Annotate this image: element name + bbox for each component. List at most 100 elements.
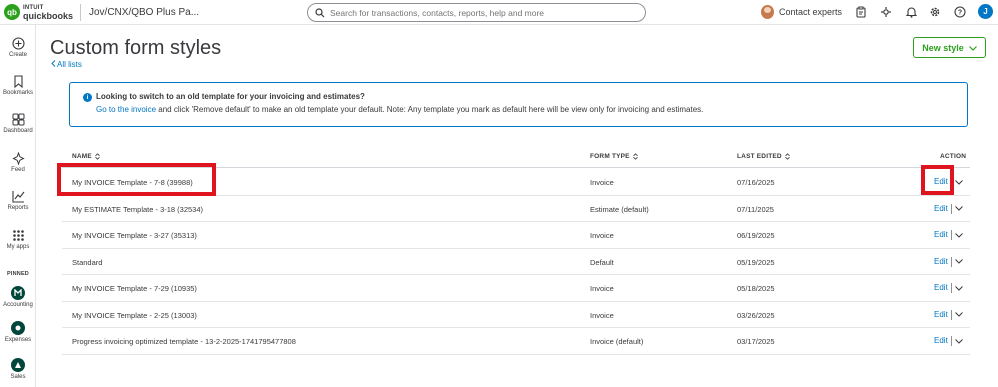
chevron-down-icon <box>968 43 977 53</box>
all-lists-label: All lists <box>57 60 82 69</box>
table-row[interactable]: My INVOICE Template - 7-29 (10935) Invoi… <box>62 275 970 302</box>
chevron-down-icon[interactable] <box>955 337 963 345</box>
gear-icon[interactable] <box>929 6 941 18</box>
sort-icon <box>632 153 638 160</box>
user-avatar[interactable]: J <box>978 4 993 19</box>
nav-accounting[interactable]: Accounting <box>0 286 36 308</box>
row-name: Progress invoicing optimized template - … <box>72 337 296 346</box>
row-last-edited: 06/19/2025 <box>737 231 775 240</box>
table-row[interactable]: Progress invoicing optimized template - … <box>62 328 970 355</box>
global-search[interactable] <box>307 3 646 22</box>
edit-link[interactable]: Edit <box>934 336 948 345</box>
nav-bookmarks-label: Bookmarks <box>2 90 33 96</box>
chevron-down-icon[interactable] <box>955 231 963 239</box>
chevron-down-icon[interactable] <box>955 205 963 213</box>
contact-experts-button[interactable]: Contact experts <box>761 5 842 19</box>
nav-feed[interactable]: Feed <box>0 151 36 173</box>
row-form-type: Invoice (default) <box>590 337 644 346</box>
chevron-down-icon[interactable] <box>955 258 963 266</box>
action-separator <box>951 230 952 240</box>
nav-sales-label: Sales <box>10 374 26 380</box>
company-name[interactable]: Jov/CNX/QBO Plus Pa... <box>89 7 199 18</box>
nav-sales[interactable]: Sales <box>0 358 36 380</box>
highlight-box-template-name <box>57 163 216 196</box>
reports-icon <box>11 189 25 203</box>
column-header-last-edited[interactable]: LAST EDITED <box>737 153 790 160</box>
banner-title: Looking to switch to an old template for… <box>96 92 365 101</box>
nav-expenses-label: Expenses <box>4 337 32 343</box>
chevron-down-icon[interactable] <box>955 311 963 319</box>
top-bar: qb INTUIT quickbooks Jov/CNX/QBO Plus Pa… <box>0 0 998 25</box>
nav-dashboard[interactable]: Dashboard <box>0 112 36 134</box>
table-row[interactable]: My INVOICE Template - 3-27 (35313) Invoi… <box>62 222 970 249</box>
column-header-form-type[interactable]: FORM TYPE <box>590 153 638 160</box>
svg-text:?: ? <box>958 10 962 17</box>
row-form-type: Estimate (default) <box>590 204 649 214</box>
sales-app-icon <box>11 358 25 372</box>
sort-icon <box>785 153 790 160</box>
column-form-type-label: FORM TYPE <box>590 153 630 160</box>
nav-dashboard-label: Dashboard <box>3 128 33 134</box>
page-title: Custom form styles <box>50 37 222 59</box>
accounting-app-icon <box>11 286 25 300</box>
nav-reports[interactable]: Reports <box>0 189 36 211</box>
row-form-type: Default <box>590 257 614 267</box>
notification-bell-icon[interactable] <box>905 6 917 18</box>
edit-link[interactable]: Edit <box>934 283 948 292</box>
row-form-type: Invoice <box>590 231 614 240</box>
nav-create[interactable]: Create <box>0 36 36 58</box>
go-to-invoice-link[interactable]: Go to the invoice <box>96 105 156 114</box>
table-row[interactable]: My ESTIMATE Template - 3-18 (32534) Esti… <box>62 196 970 222</box>
nav-bookmarks[interactable]: Bookmarks <box>0 74 36 96</box>
nav-create-label: Create <box>8 52 27 58</box>
column-name-label: NAME <box>72 153 92 160</box>
clipboard-icon[interactable] <box>855 6 867 18</box>
bookmark-icon <box>11 74 25 88</box>
column-action-label: ACTION <box>940 153 967 160</box>
new-style-label: New style <box>922 42 964 53</box>
edit-link[interactable]: Edit <box>934 310 948 319</box>
row-name: Standard <box>72 257 103 267</box>
banner-text: Go to the invoice and click 'Remove defa… <box>96 105 703 114</box>
edit-link[interactable]: Edit <box>934 204 948 213</box>
all-lists-link[interactable]: All lists <box>51 60 82 69</box>
banner-body: and click 'Remove default' to make an ol… <box>156 105 704 114</box>
row-last-edited: 07/16/2025 <box>737 178 775 187</box>
brand-wordmark[interactable]: INTUIT quickbooks <box>23 4 73 21</box>
edit-link[interactable]: Edit <box>934 257 948 266</box>
row-last-edited: 07/11/2025 <box>737 204 774 214</box>
info-banner: i Looking to switch to an old template f… <box>69 82 968 127</box>
nav-my-apps[interactable]: My apps <box>0 228 36 250</box>
row-name: My INVOICE Template - 3-27 (35313) <box>72 231 197 240</box>
expenses-app-icon <box>11 321 25 335</box>
new-style-button[interactable]: New style <box>913 37 986 58</box>
table-row[interactable]: Standard Default 05/19/2025 Edit <box>62 249 970 275</box>
column-last-edited-label: LAST EDITED <box>737 153 782 160</box>
search-input[interactable] <box>330 7 630 18</box>
search-icon <box>314 7 326 19</box>
contact-experts-label: Contact experts <box>779 7 843 17</box>
row-name: My ESTIMATE Template - 3-18 (32534) <box>72 204 204 214</box>
settings-cog-icon[interactable] <box>880 6 892 18</box>
quickbooks-logo-icon[interactable]: qb <box>4 4 20 20</box>
row-form-type: Invoice <box>590 310 614 320</box>
edit-link[interactable]: Edit <box>934 230 948 239</box>
info-icon: i <box>83 93 92 102</box>
column-header-name[interactable]: NAME <box>72 153 100 160</box>
action-separator <box>951 336 952 346</box>
apps-grid-icon <box>11 228 25 242</box>
row-last-edited: 03/17/2025 <box>737 337 775 346</box>
chevron-left-icon <box>51 60 56 69</box>
help-icon[interactable]: ? <box>954 6 966 18</box>
table-row[interactable]: My INVOICE Template - 2-25 (13003) Invoi… <box>62 302 970 328</box>
feed-icon <box>11 151 25 165</box>
nav-expenses[interactable]: Expenses <box>0 321 36 343</box>
action-separator <box>951 283 952 293</box>
expert-avatar-icon <box>761 5 774 19</box>
chevron-down-icon[interactable] <box>955 178 963 186</box>
chevron-down-icon[interactable] <box>955 284 963 292</box>
row-form-type: Invoice <box>590 178 614 187</box>
row-name: My INVOICE Template - 7-29 (10935) <box>72 284 197 293</box>
highlight-box-edit <box>921 165 954 195</box>
row-last-edited: 05/18/2025 <box>737 284 775 293</box>
